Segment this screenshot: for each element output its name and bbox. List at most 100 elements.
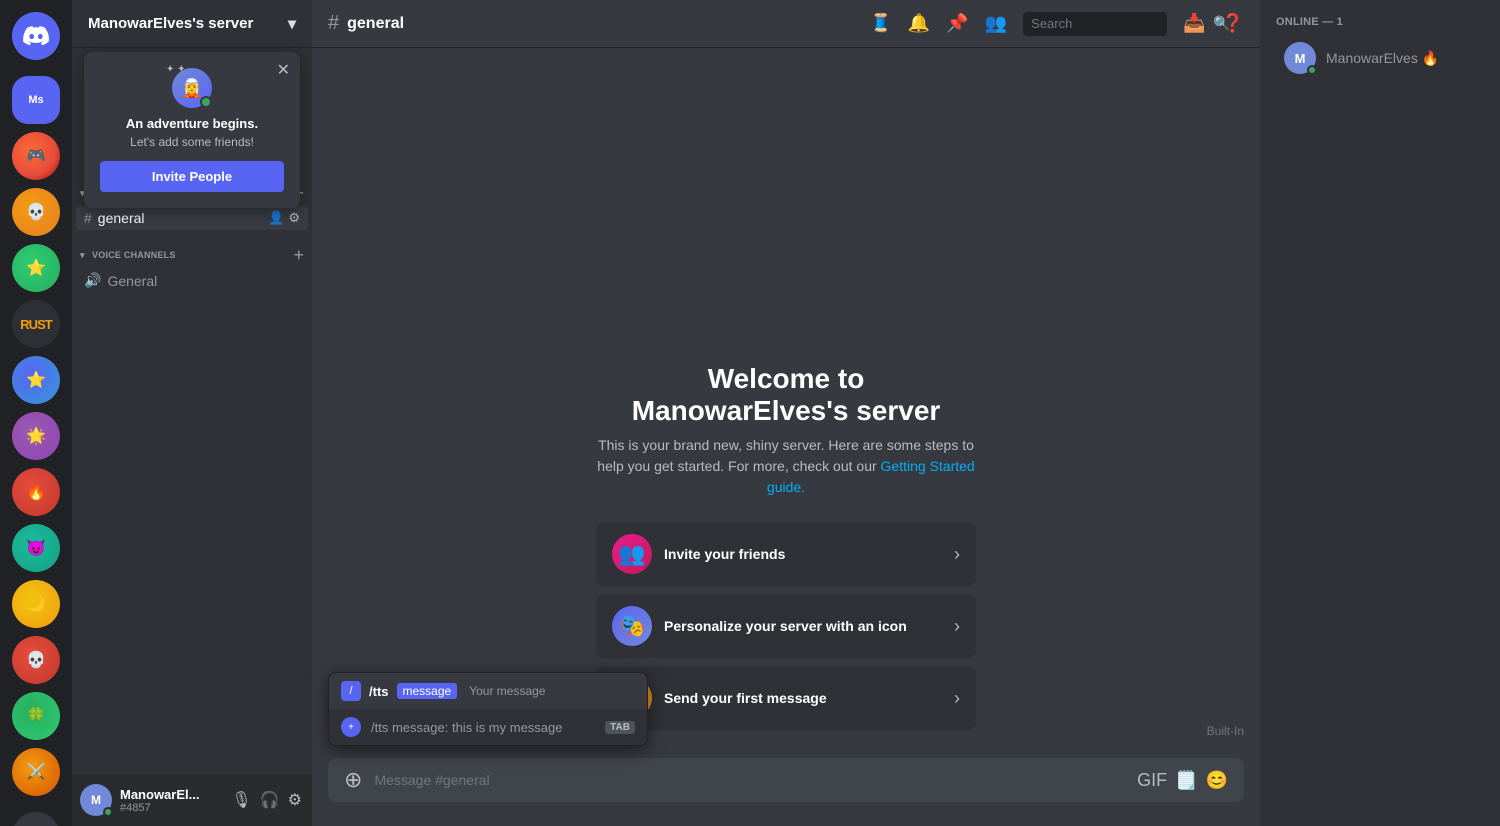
invite-friends-label: Invite your friends bbox=[664, 546, 942, 562]
server-icon-6[interactable]: ⭐ bbox=[12, 356, 60, 404]
chevron-right-icon-3: › bbox=[954, 688, 960, 709]
slash-command-icon: / bbox=[341, 681, 361, 701]
server-icon-4[interactable]: ⭐ bbox=[12, 244, 60, 292]
chevron-right-icon-1: › bbox=[954, 544, 960, 565]
autocomplete-header: / /tts message Your message bbox=[329, 673, 647, 709]
chevron-right-icon-2: › bbox=[954, 616, 960, 637]
collapse-arrow-icon-2: ▾ bbox=[80, 250, 85, 260]
channel-item-general[interactable]: # general 👤 ⚙ bbox=[76, 206, 308, 230]
user-info: ManowarEl... #4857 bbox=[120, 787, 221, 814]
channel-name-general: general bbox=[98, 210, 145, 226]
emoji-button[interactable]: 😊 bbox=[1206, 770, 1228, 791]
personalize-server-label: Personalize your server with an icon bbox=[664, 618, 942, 634]
members-icon[interactable]: 👥 bbox=[985, 13, 1007, 34]
server-icon-7[interactable]: 🌟 bbox=[12, 412, 60, 460]
voice-channel-item-general[interactable]: 🔊 General bbox=[76, 268, 308, 293]
personalize-icon: 🎭 bbox=[612, 606, 652, 646]
welcome-title: Welcome toManowarElves's server bbox=[632, 363, 941, 427]
server-list: Ms 🎮 💀 ⭐ RUST ⭐ 🌟 🔥 😈 🌙 💀 🍀 ⚔️ + 🧭 bbox=[0, 0, 72, 826]
add-attachment-button[interactable]: ⊕ bbox=[344, 767, 362, 793]
voice-channels-category: ▾ Voice Channels + bbox=[72, 230, 312, 268]
online-dot bbox=[200, 96, 212, 108]
member-item-0[interactable]: M ManowarElves 🔥 bbox=[1268, 36, 1492, 80]
invite-friends-action[interactable]: 👥 Invite your friends › bbox=[596, 522, 976, 586]
main-area: # general 🧵 🔔 📌 👥 🔍 📥 ❓ Welcome toManowa… bbox=[312, 0, 1260, 826]
onboarding-popup: ✕ 🧝 ✦ ✦ An adventure begins. Let's add s… bbox=[84, 52, 300, 208]
username: ManowarEl... bbox=[120, 787, 221, 802]
server-icon-11[interactable]: 💀 bbox=[12, 636, 60, 684]
discord-home-button[interactable] bbox=[12, 12, 60, 60]
user-online-indicator bbox=[103, 807, 113, 817]
inbox-icon[interactable]: 📥 bbox=[1183, 13, 1205, 34]
autocomplete-suggestion-item[interactable]: + /tts message: this is my message TAB bbox=[329, 709, 647, 745]
server-icon-1[interactable]: Ms bbox=[12, 76, 60, 124]
popup-stars-decoration: ✦ ✦ bbox=[166, 64, 186, 75]
channel-header-left: # general bbox=[328, 12, 404, 35]
voice-channels-label[interactable]: ▾ Voice Channels bbox=[80, 249, 180, 261]
channel-sidebar: ManowarElves's server ▾ ✕ 🧝 ✦ ✦ An adven… bbox=[72, 0, 312, 826]
personalize-server-action[interactable]: 🎭 Personalize your server with an icon › bbox=[596, 594, 976, 658]
search-bar[interactable]: 🔍 bbox=[1023, 12, 1167, 36]
autocomplete-param: message bbox=[397, 683, 458, 699]
send-first-message-action[interactable]: 💬 Send your first message › bbox=[596, 666, 976, 730]
hash-icon: # bbox=[84, 210, 92, 226]
channel-header-name: general bbox=[347, 15, 404, 33]
sticker-button[interactable]: 🗒️ bbox=[1175, 770, 1197, 791]
autocomplete-suggestion-text: /tts message: this is my message bbox=[371, 720, 563, 735]
online-members-header: ONLINE — 1 bbox=[1260, 16, 1500, 36]
invite-icon: 👥 bbox=[612, 534, 652, 574]
add-voice-channel-button[interactable]: + bbox=[293, 246, 304, 264]
invite-people-button[interactable]: Invite People bbox=[100, 161, 284, 192]
user-settings-button[interactable]: ⚙ bbox=[286, 788, 304, 812]
server-icon-2[interactable]: 🎮 bbox=[12, 132, 60, 180]
server-icon-12[interactable]: 🍀 bbox=[12, 692, 60, 740]
user-avatar[interactable]: M bbox=[80, 784, 112, 816]
add-member-icon[interactable]: 👤 bbox=[268, 210, 284, 226]
add-server-button[interactable]: + bbox=[12, 812, 60, 826]
member-online-dot-0 bbox=[1307, 65, 1317, 75]
built-in-label: Built-In bbox=[1207, 724, 1244, 738]
pin-icon[interactable]: 📌 bbox=[946, 13, 968, 34]
messages-area: Welcome toManowarElves's server This is … bbox=[312, 48, 1260, 758]
voice-channel-name: General bbox=[107, 273, 157, 289]
autocomplete-popup: / /tts message Your message + /tts messa… bbox=[328, 672, 648, 746]
server-icon-8[interactable]: 🔥 bbox=[12, 468, 60, 516]
popup-subtitle: Let's add some friends! bbox=[100, 135, 284, 149]
user-area: M ManowarEl... #4857 🎙 🎧 ⚙ bbox=[72, 774, 312, 826]
server-icon-9[interactable]: 😈 bbox=[12, 524, 60, 572]
send-first-message-label: Send your first message bbox=[664, 690, 942, 706]
right-sidebar: ONLINE — 1 M ManowarElves 🔥 bbox=[1260, 0, 1500, 826]
popup-title: An adventure begins. bbox=[100, 116, 284, 131]
autocomplete-sugg-icon: + bbox=[341, 717, 361, 737]
message-input[interactable] bbox=[374, 772, 1125, 788]
mute-button[interactable]: 🎙 bbox=[229, 788, 253, 812]
close-popup-button[interactable]: ✕ bbox=[277, 60, 290, 80]
popup-avatar-emoji: 🧝 bbox=[181, 78, 203, 99]
server-icon-13[interactable]: ⚔️ bbox=[12, 748, 60, 796]
server-icon-5[interactable]: RUST bbox=[12, 300, 60, 348]
chevron-down-icon: ▾ bbox=[288, 14, 296, 34]
server-icon-10[interactable]: 🌙 bbox=[12, 580, 60, 628]
server-name: ManowarElves's server bbox=[88, 15, 253, 32]
popup-avatar: 🧝 ✦ ✦ bbox=[172, 68, 212, 108]
help-icon[interactable]: ❓ bbox=[1222, 13, 1244, 34]
deafen-button[interactable]: 🎧 bbox=[258, 788, 282, 812]
message-input-actions: GIF 🗒️ 😊 bbox=[1137, 770, 1228, 791]
channel-actions: 👤 ⚙ bbox=[268, 210, 300, 226]
member-name-0: ManowarElves 🔥 bbox=[1326, 50, 1439, 67]
search-input[interactable] bbox=[1031, 16, 1207, 31]
user-tag: #4857 bbox=[120, 802, 221, 814]
message-input-area: / /tts message Your message + /tts messa… bbox=[312, 758, 1260, 826]
server-header[interactable]: ManowarElves's server ▾ bbox=[72, 0, 312, 48]
settings-icon[interactable]: ⚙ bbox=[288, 210, 300, 226]
server-icon-3[interactable]: 💀 bbox=[12, 188, 60, 236]
welcome-description: This is your brand new, shiny server. He… bbox=[596, 435, 976, 498]
user-controls: 🎙 🎧 ⚙ bbox=[229, 788, 304, 812]
channel-header-right: 🧵 🔔 📌 👥 🔍 📥 ❓ bbox=[869, 12, 1244, 36]
threads-icon[interactable]: 🧵 bbox=[869, 13, 891, 34]
gif-button[interactable]: GIF bbox=[1137, 770, 1167, 791]
channel-hash-icon: # bbox=[328, 12, 339, 35]
notification-bell-icon[interactable]: 🔔 bbox=[908, 13, 930, 34]
channel-header: # general 🧵 🔔 📌 👥 🔍 📥 ❓ bbox=[312, 0, 1260, 48]
member-avatar-0: M bbox=[1284, 42, 1316, 74]
